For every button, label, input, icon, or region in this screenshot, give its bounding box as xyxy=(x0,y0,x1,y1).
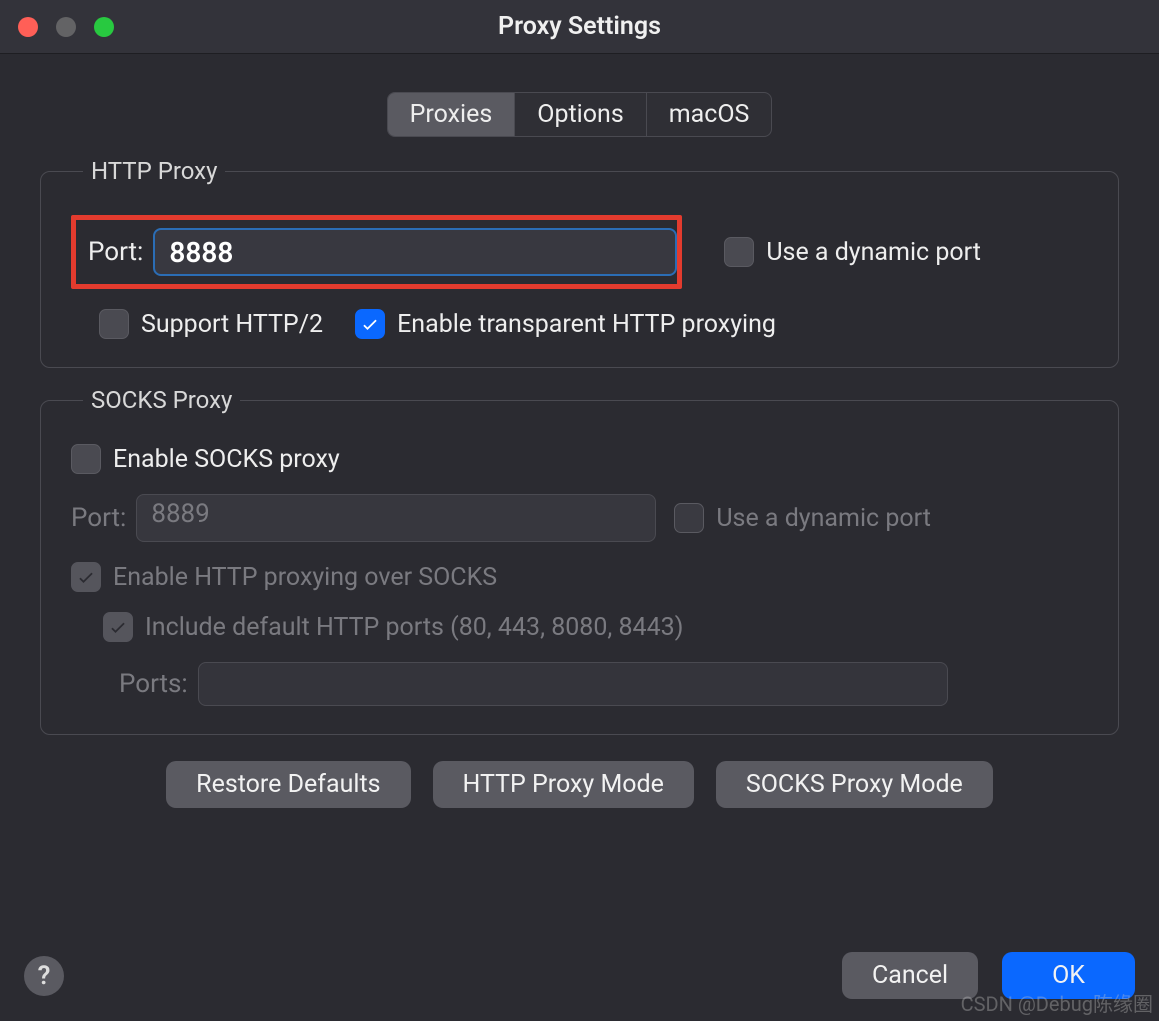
use-dynamic-port-checkbox[interactable] xyxy=(724,237,754,267)
traffic-lights xyxy=(18,17,114,37)
http-proxy-legend: HTTP Proxy xyxy=(83,157,225,185)
enable-socks-label: Enable SOCKS proxy xyxy=(113,445,340,474)
tab-proxies[interactable]: Proxies xyxy=(388,93,516,136)
tab-bar: Proxies Options macOS xyxy=(40,92,1119,137)
enable-transparent-checkbox[interactable] xyxy=(355,309,385,339)
minimize-window-button[interactable] xyxy=(56,17,76,37)
cancel-button[interactable]: Cancel xyxy=(842,952,978,999)
enable-transparent-label: Enable transparent HTTP proxying xyxy=(397,310,776,339)
support-http2-checkbox[interactable] xyxy=(99,309,129,339)
check-icon xyxy=(108,617,128,637)
http-proxy-mode-button[interactable]: HTTP Proxy Mode xyxy=(433,761,694,808)
socks-use-dynamic-port-label: Use a dynamic port xyxy=(716,504,931,533)
footer: ? Cancel OK xyxy=(0,952,1159,999)
port-highlight-box: Port: xyxy=(71,215,682,289)
socks-proxy-mode-button[interactable]: SOCKS Proxy Mode xyxy=(716,761,993,808)
socks-port-input[interactable]: 8889 xyxy=(136,494,656,542)
enable-socks-checkbox[interactable] xyxy=(71,444,101,474)
check-icon xyxy=(76,567,96,587)
help-button[interactable]: ? xyxy=(24,956,64,996)
support-http2-label: Support HTTP/2 xyxy=(141,310,323,339)
socks-proxy-section: SOCKS Proxy Enable SOCKS proxy Port: 888… xyxy=(40,386,1119,735)
window-title: Proxy Settings xyxy=(498,12,661,41)
restore-defaults-button[interactable]: Restore Defaults xyxy=(166,761,410,808)
tab-group: Proxies Options macOS xyxy=(387,92,773,137)
ok-button[interactable]: OK xyxy=(1002,952,1135,999)
socks-use-dynamic-port-checkbox[interactable] xyxy=(674,503,704,533)
socks-ports-input[interactable] xyxy=(198,662,948,706)
include-default-ports-checkbox[interactable] xyxy=(103,612,133,642)
check-icon xyxy=(360,314,380,334)
use-dynamic-port-label: Use a dynamic port xyxy=(766,238,981,267)
http-port-label: Port: xyxy=(88,237,143,267)
http-proxy-section: HTTP Proxy Port: Use a dynamic port Supp… xyxy=(40,157,1119,368)
mode-buttons-row: Restore Defaults HTTP Proxy Mode SOCKS P… xyxy=(40,761,1119,808)
enable-http-over-socks-label: Enable HTTP proxying over SOCKS xyxy=(113,563,497,592)
http-port-input[interactable] xyxy=(153,228,677,276)
enable-http-over-socks-checkbox[interactable] xyxy=(71,562,101,592)
tab-macos[interactable]: macOS xyxy=(647,93,772,136)
include-default-ports-label: Include default HTTP ports (80, 443, 808… xyxy=(145,613,683,642)
tab-options[interactable]: Options xyxy=(515,93,646,136)
titlebar: Proxy Settings xyxy=(0,0,1159,54)
zoom-window-button[interactable] xyxy=(94,17,114,37)
content-area: Proxies Options macOS HTTP Proxy Port: U… xyxy=(0,54,1159,808)
socks-ports-label: Ports: xyxy=(119,669,188,699)
socks-port-label: Port: xyxy=(71,503,126,533)
close-window-button[interactable] xyxy=(18,17,38,37)
socks-proxy-legend: SOCKS Proxy xyxy=(83,386,240,414)
